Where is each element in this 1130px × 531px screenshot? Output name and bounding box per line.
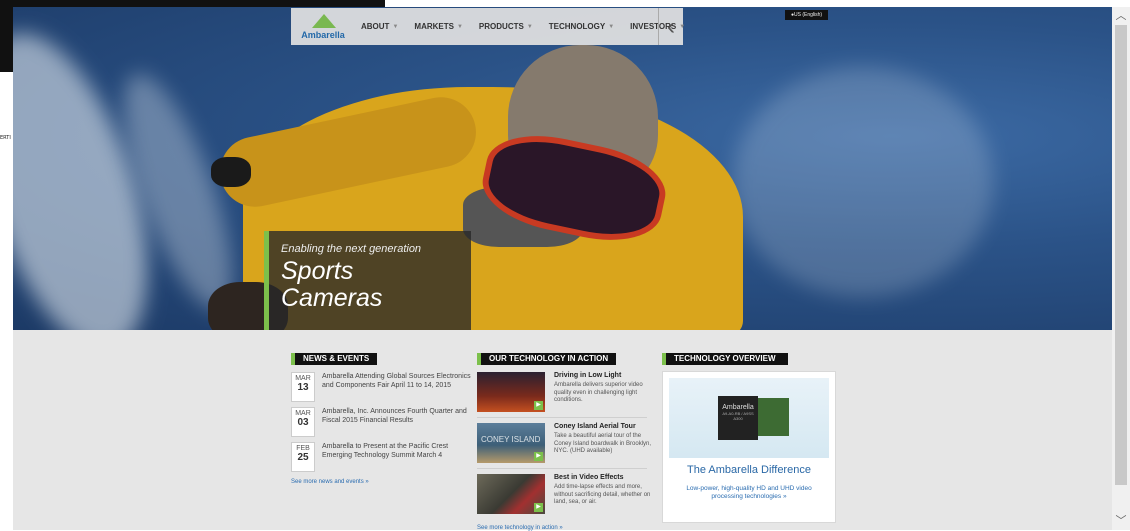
scroll-up-icon[interactable]: ︿ xyxy=(1112,7,1130,25)
hero-caption[interactable]: Enabling the next generation Sports Came… xyxy=(264,231,471,338)
video-thumbnail[interactable]: ▶ xyxy=(477,474,545,514)
glove-shape xyxy=(211,157,251,187)
video-item[interactable]: ▶ Best in Video Effects Add time-lapse e… xyxy=(477,474,650,516)
vertical-scrollbar[interactable]: ︿ ﹀ xyxy=(1112,7,1130,530)
main-navigation: Ambarella ABOUT ▼ MARKETS ▼ PRODUCTS ▼ TECH… xyxy=(291,8,685,45)
chevron-left-icon[interactable]: ‹ xyxy=(658,8,683,45)
chip-model: A300 xyxy=(733,416,743,421)
play-icon: ▶ xyxy=(534,452,543,461)
scroll-down-icon[interactable]: ﹀ xyxy=(1112,512,1130,530)
news-heading: NEWS & EVENTS xyxy=(291,353,378,365)
date-day: 25 xyxy=(297,452,309,463)
video-description: Add time-lapse effects and more, without… xyxy=(554,484,651,505)
news-item[interactable]: FEB 25 Ambarella to Present at the Pacif… xyxy=(291,442,471,474)
video-description: Ambarella delivers superior video qualit… xyxy=(554,382,643,403)
nav-label: PRODUCTS xyxy=(478,22,524,31)
top-black-bar xyxy=(0,0,385,7)
overview-card[interactable]: Ambarella A9-A0-RB / A9SS A300 The Ambar… xyxy=(662,371,836,523)
date-badge: FEB 25 xyxy=(291,442,315,472)
news-item[interactable]: MAR 13 Ambarella Attending Global Source… xyxy=(291,372,471,404)
left-black-bar xyxy=(0,7,14,72)
news-link[interactable]: Ambarella Attending Global Sources Elect… xyxy=(322,372,472,390)
date-day: 03 xyxy=(297,417,309,428)
logo-text: Ambarella xyxy=(301,30,345,40)
nav-item-technology[interactable]: TECHNOLOGY ▼ xyxy=(549,22,614,31)
logo-mark-icon xyxy=(312,14,336,28)
overview-heading: TECHNOLOGY OVERVIEW xyxy=(662,353,788,365)
divider xyxy=(477,468,647,469)
nav-label: TECHNOLOGY xyxy=(548,22,606,31)
news-link[interactable]: Ambarella, Inc. Announces Fourth Quarter… xyxy=(322,407,472,425)
chevron-down-icon: ▼ xyxy=(456,23,463,30)
video-title[interactable]: Driving in Low Light xyxy=(554,372,621,379)
left-edge-text: ERTI xyxy=(0,135,11,141)
date-day: 13 xyxy=(297,382,309,393)
video-title[interactable]: Best in Video Effects xyxy=(554,474,624,481)
tech-action-heading: OUR TECHNOLOGY IN ACTION xyxy=(477,353,617,365)
video-thumbnail[interactable]: ▶ xyxy=(477,372,545,412)
chevron-down-icon: ▼ xyxy=(608,23,615,30)
play-icon: ▶ xyxy=(534,503,543,512)
hero-title-line2: Cameras xyxy=(281,284,383,312)
video-description: Take a beautiful aerial tour of the Cone… xyxy=(554,433,652,454)
news-link[interactable]: Ambarella to Present at the Pacific Cres… xyxy=(322,442,472,460)
overview-link[interactable]: Low-power, high-quality HD and UHD video… xyxy=(673,485,825,501)
hero-subtitle: Enabling the next generation xyxy=(281,243,422,255)
nav-label: ABOUT xyxy=(361,22,390,31)
thumbnail-text: CONEY ISLAND xyxy=(481,435,541,444)
play-icon: ▶ xyxy=(534,401,543,410)
date-month: MAR xyxy=(295,410,311,417)
chip: Ambarella A9-A0-RB / A9SS A300 xyxy=(718,396,758,440)
nav-item-markets[interactable]: MARKETS ▼ xyxy=(414,22,463,31)
ambarella-logo[interactable]: Ambarella xyxy=(297,14,349,44)
news-item[interactable]: MAR 03 Ambarella, Inc. Announces Fourth … xyxy=(291,407,471,439)
video-thumbnail[interactable]: CONEY ISLAND ▶ xyxy=(477,423,545,463)
overview-title[interactable]: The Ambarella Difference xyxy=(663,464,835,476)
video-item[interactable]: ▶ Driving in Low Light Ambarella deliver… xyxy=(477,372,647,414)
date-month: FEB xyxy=(296,445,310,452)
chevron-down-icon: ▼ xyxy=(526,23,533,30)
see-more-tech-link[interactable]: See more technology in action » xyxy=(477,525,563,531)
nav-item-about[interactable]: ABOUT ▼ xyxy=(361,22,398,31)
divider xyxy=(477,417,647,418)
nav-item-products[interactable]: PRODUCTS ▼ xyxy=(479,22,533,31)
video-item[interactable]: CONEY ISLAND ▶ Coney Island Aerial Tour … xyxy=(477,423,651,465)
scroll-thumb[interactable] xyxy=(1115,25,1127,485)
chip-image: Ambarella A9-A0-RB / A9SS A300 xyxy=(669,378,829,458)
chip-logo-text: Ambarella xyxy=(722,404,754,411)
video-title[interactable]: Coney Island Aerial Tour xyxy=(554,423,636,430)
see-more-news-link[interactable]: See more news and events » xyxy=(291,479,369,485)
nav-label: MARKETS xyxy=(414,22,454,31)
region-selector[interactable]: ●US (English) xyxy=(785,10,829,20)
hero-banner[interactable] xyxy=(13,7,1112,330)
sky-cloud xyxy=(733,67,993,297)
chevron-down-icon: ▼ xyxy=(392,23,399,30)
date-badge: MAR 13 xyxy=(291,372,315,402)
hero-title-line1: Sports xyxy=(281,257,354,285)
nav-menu: ABOUT ▼ MARKETS ▼ PRODUCTS ▼ TECHNOLOGY ▼ IN… xyxy=(361,8,701,45)
date-badge: MAR 03 xyxy=(291,407,315,437)
date-month: MAR xyxy=(295,375,311,382)
